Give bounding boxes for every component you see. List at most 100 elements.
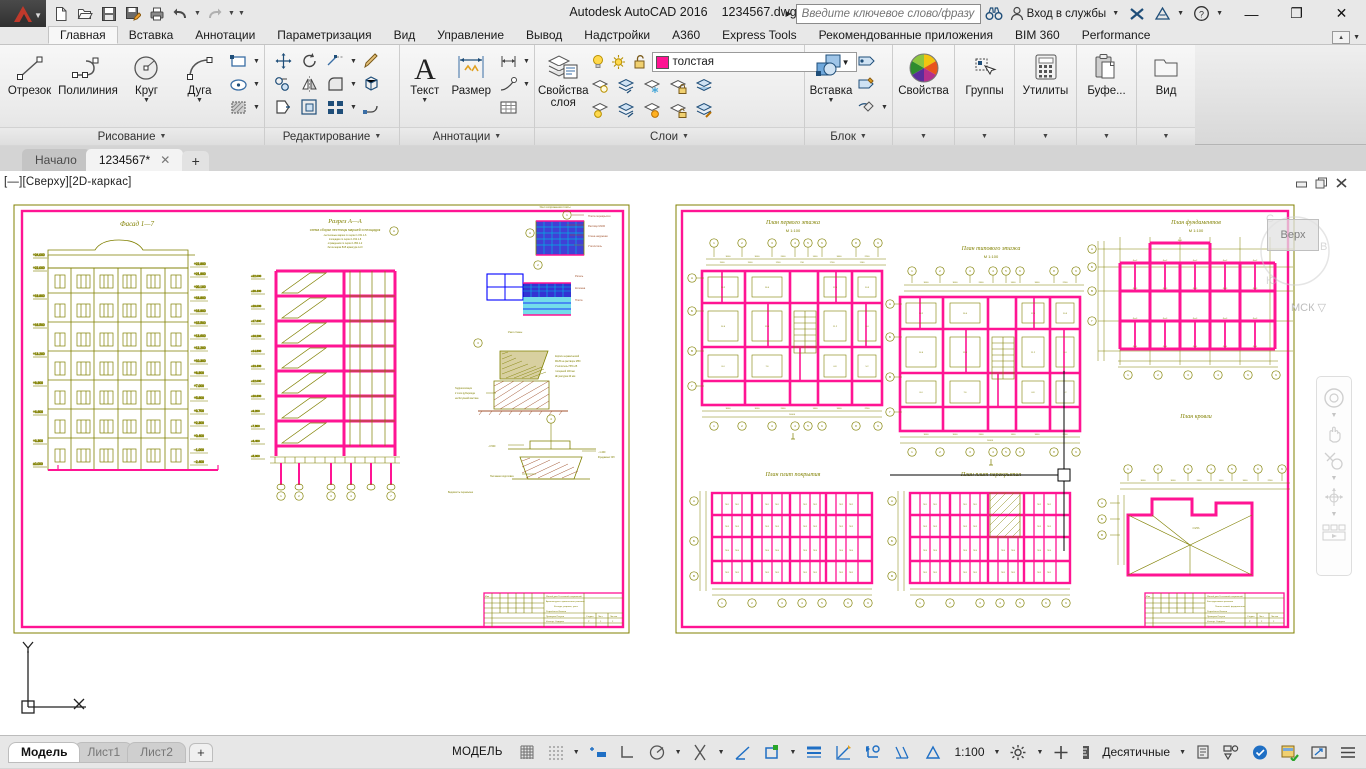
- zoom-extents-icon[interactable]: [1322, 450, 1346, 472]
- ribbon-tab-parametric[interactable]: Параметризация: [266, 26, 382, 44]
- text-button[interactable]: A Текст ▼: [403, 48, 447, 105]
- drawing-canvas[interactable]: [—][Сверху][2D-каркас] Фасад 1—7: [0, 171, 1366, 735]
- panel-title-modify[interactable]: Редактирование ▼: [265, 127, 399, 145]
- ortho-mode-button[interactable]: [614, 739, 642, 765]
- polar-tracking-button[interactable]: [643, 739, 671, 765]
- binoculars-icon[interactable]: [981, 2, 1007, 26]
- qat-customize-icon[interactable]: ▼: [237, 3, 246, 25]
- file-tab-1234567[interactable]: 1234567* ✕: [86, 149, 183, 171]
- undo-dropdown-icon[interactable]: ▼: [193, 3, 202, 25]
- chevron-down-icon[interactable]: ▼: [252, 50, 261, 72]
- steering-wheel-icon[interactable]: [1322, 387, 1346, 409]
- chevron-down-icon[interactable]: ▼: [196, 97, 203, 105]
- explode-button[interactable]: [359, 73, 384, 95]
- chevron-down-icon[interactable]: ▼: [143, 97, 150, 105]
- edit-attribute-button[interactable]: [854, 73, 879, 95]
- layer-properties-button[interactable]: Свойства слоя: [538, 48, 589, 109]
- polyline-button[interactable]: Полилиния: [56, 48, 120, 97]
- trim-button[interactable]: [323, 50, 348, 72]
- scale-button[interactable]: [297, 96, 322, 118]
- utilities-button[interactable]: Утилиты: [1018, 48, 1073, 97]
- object-snap-tracking-button[interactable]: [758, 739, 786, 765]
- ribbon-tab-home[interactable]: Главная: [48, 26, 118, 44]
- view-button[interactable]: Вид: [1140, 48, 1192, 97]
- layer-off-button[interactable]: [589, 75, 614, 97]
- chevron-down-icon[interactable]: ▼: [1331, 477, 1338, 481]
- groups-button[interactable]: Группы: [958, 48, 1011, 97]
- layer-freeze-button[interactable]: [641, 75, 666, 97]
- open-file-button[interactable]: [73, 3, 96, 25]
- maximize-window-button[interactable]: ❐: [1274, 0, 1319, 27]
- search-field[interactable]: [796, 4, 981, 24]
- table-button[interactable]: [496, 96, 521, 118]
- application-menu-button[interactable]: ▼: [0, 0, 46, 27]
- panel-title-properties[interactable]: ▼: [893, 127, 954, 145]
- plot-button[interactable]: [145, 3, 168, 25]
- save-button[interactable]: [97, 3, 120, 25]
- chevron-down-icon[interactable]: ▼: [1033, 749, 1046, 756]
- ribbon-tab-annotate[interactable]: Аннотации: [184, 26, 266, 44]
- pan-hand-icon[interactable]: [1322, 423, 1346, 445]
- lineweight-button[interactable]: [800, 739, 829, 765]
- panel-title-annotation[interactable]: Аннотации ▼: [400, 127, 534, 145]
- chevron-down-icon[interactable]: ▼: [522, 73, 531, 95]
- chevron-down-icon[interactable]: ▼: [349, 96, 358, 118]
- chevron-down-icon[interactable]: ▼: [1331, 513, 1338, 517]
- ribbon-tab-addins[interactable]: Надстройки: [573, 26, 661, 44]
- mirror-button[interactable]: [297, 73, 322, 95]
- panel-title-block[interactable]: Блок ▼: [805, 127, 892, 145]
- ribbon-tab-a360[interactable]: A360: [661, 26, 711, 44]
- workspace-switching-button[interactable]: [1004, 739, 1032, 765]
- restore-icon[interactable]: [1315, 177, 1328, 189]
- search-history-icon[interactable]: ▶: [786, 9, 792, 18]
- chevron-down-icon[interactable]: ▼: [981, 133, 988, 140]
- chevron-down-icon[interactable]: ▼: [252, 96, 261, 118]
- chevron-down-icon[interactable]: ▼: [252, 73, 261, 95]
- 3d-object-snap-button[interactable]: [729, 739, 757, 765]
- ribbon-tab-performance[interactable]: Performance: [1071, 26, 1162, 44]
- layer-lock-button[interactable]: [667, 75, 692, 97]
- chevron-down-icon[interactable]: ▼: [991, 749, 1004, 756]
- chevron-down-icon[interactable]: ▼: [880, 96, 889, 118]
- chevron-down-icon[interactable]: ▼: [1213, 10, 1226, 17]
- ribbon-tab-express-tools[interactable]: Express Tools: [711, 26, 807, 44]
- isolate-objects-button[interactable]: [1217, 739, 1245, 765]
- layer-match-button[interactable]: [693, 99, 718, 121]
- model-space-label[interactable]: МОДЕЛЬ: [442, 746, 513, 758]
- annotation-visibility-button[interactable]: [919, 739, 948, 765]
- chevron-down-icon[interactable]: ▼: [787, 749, 800, 756]
- chevron-down-icon[interactable]: ▼: [828, 97, 835, 105]
- close-icon[interactable]: ✕: [160, 153, 170, 167]
- chevron-down-icon[interactable]: ▼: [374, 133, 381, 140]
- orbit-icon[interactable]: [1322, 486, 1346, 508]
- minimize-icon[interactable]: [1295, 178, 1308, 189]
- circle-button[interactable]: Круг ▼: [120, 48, 173, 105]
- chevron-down-icon[interactable]: ▼: [1103, 133, 1110, 140]
- properties-button[interactable]: Свойства: [896, 48, 951, 97]
- quick-properties-button[interactable]: [1190, 739, 1216, 765]
- chevron-down-icon[interactable]: ▼: [570, 749, 583, 756]
- chevron-down-icon[interactable]: ▼: [1174, 10, 1187, 17]
- chevron-down-icon[interactable]: ▼: [34, 11, 42, 20]
- add-workspace-button[interactable]: [1047, 739, 1075, 765]
- hatch-button[interactable]: [226, 96, 251, 118]
- chevron-down-icon[interactable]: ▼: [494, 133, 501, 140]
- object-snap-button[interactable]: [686, 739, 714, 765]
- line-button[interactable]: Отрезок: [3, 48, 56, 97]
- sign-in-button[interactable]: Вход в службы ▼: [1007, 2, 1125, 26]
- infer-constraints-button[interactable]: [584, 739, 613, 765]
- chevron-down-icon[interactable]: ▼: [1163, 133, 1170, 140]
- extend-button[interactable]: [359, 96, 384, 118]
- new-file-tab-button[interactable]: +: [182, 151, 209, 171]
- new-file-button[interactable]: [49, 3, 72, 25]
- stretch-button[interactable]: [271, 96, 296, 118]
- transparency-button[interactable]: [830, 739, 858, 765]
- chevron-down-icon[interactable]: ▼: [159, 133, 166, 140]
- rotate-button[interactable]: [297, 50, 322, 72]
- erase-button[interactable]: [359, 50, 384, 72]
- undo-button[interactable]: [169, 3, 192, 25]
- chevron-down-icon[interactable]: ▼: [1353, 34, 1360, 41]
- ellipse-button[interactable]: [226, 73, 251, 95]
- ribbon-tab-bim360[interactable]: BIM 360: [1004, 26, 1071, 44]
- chevron-down-icon[interactable]: ▼: [349, 73, 358, 95]
